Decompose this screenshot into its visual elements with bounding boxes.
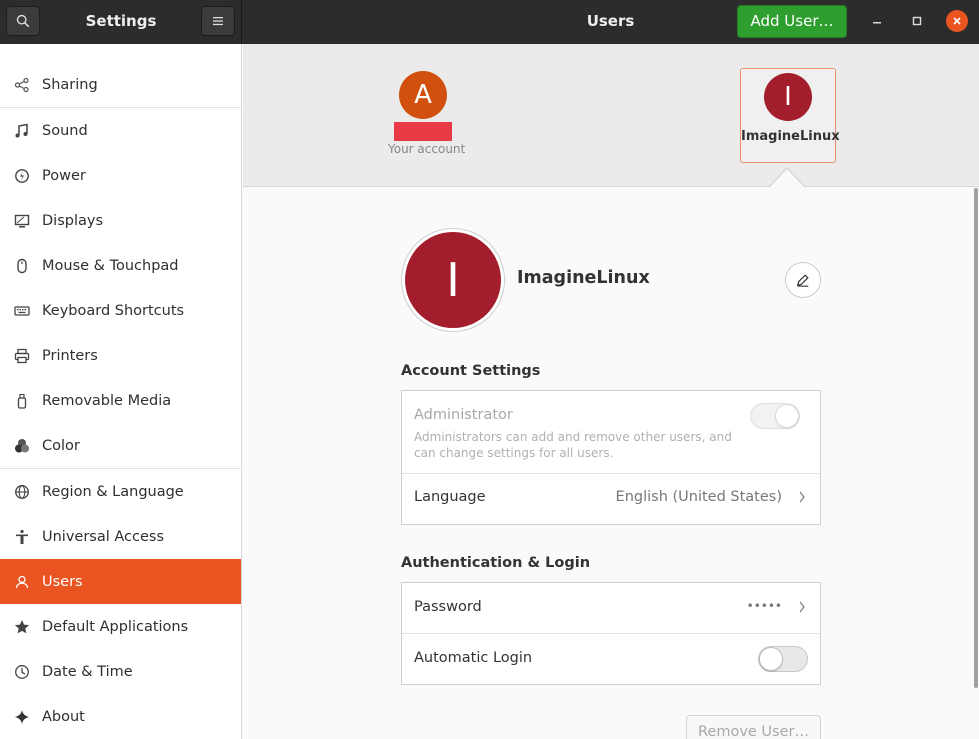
chevron-right-icon [798, 600, 806, 618]
music-note-icon [14, 123, 30, 139]
close-button[interactable] [946, 10, 968, 32]
sidebar-item-sharing[interactable]: Sharing [0, 62, 241, 107]
avatar: I [764, 73, 812, 121]
keyboard-icon [14, 303, 30, 319]
automatic-login-row: Automatic Login [402, 634, 820, 684]
add-user-button[interactable]: Add User… [737, 5, 847, 38]
toggle-knob [775, 404, 799, 428]
display-icon [14, 213, 30, 229]
globe-icon [14, 484, 30, 500]
menu-button[interactable] [201, 6, 235, 36]
automatic-login-label: Automatic Login [414, 650, 533, 666]
sidebar-item-default-applications[interactable]: Default Applications [0, 604, 241, 649]
account-settings-title: Account Settings [401, 363, 541, 379]
search-icon [16, 14, 30, 28]
administrator-row: Administrator Administrators can add and… [402, 391, 820, 473]
sidebar-item-label: Region & Language [42, 483, 184, 500]
profile-avatar-button[interactable]: I [401, 228, 505, 332]
sidebar-item-label: Removable Media [42, 392, 172, 409]
sidebar-item-displays[interactable]: Displays [0, 198, 241, 243]
users-icon [14, 574, 30, 590]
user-card-your-account[interactable]: A Your account [388, 71, 466, 156]
sidebar-item-sound[interactable]: Sound [0, 108, 241, 153]
chevron-right-icon [798, 490, 806, 508]
header-bar: Settings Users Add User… [0, 0, 979, 44]
usb-drive-icon [14, 393, 30, 409]
sidebar-item-label: Users [42, 573, 83, 590]
mouse-icon [14, 258, 30, 274]
edit-name-button[interactable] [785, 262, 821, 298]
sidebar-item-printers[interactable]: Printers [0, 333, 241, 378]
maximize-button[interactable] [906, 10, 928, 32]
sidebar-item-label: Keyboard Shortcuts [42, 302, 185, 319]
color-icon [14, 438, 30, 454]
sidebar-item-label: Power [42, 167, 86, 184]
sidebar-item-region-language[interactable]: Region & Language [0, 469, 241, 514]
accessibility-icon [14, 529, 30, 545]
sidebar-item-universal-access[interactable]: Universal Access [0, 514, 241, 559]
sidebar-item-date-time[interactable]: Date & Time [0, 649, 241, 694]
remove-user-button[interactable]: Remove User… [686, 715, 821, 739]
printer-icon [14, 348, 30, 364]
redacted-name [394, 122, 452, 141]
avatar: A [399, 71, 447, 119]
password-row[interactable]: Password ••••• [402, 583, 820, 633]
star-icon [14, 619, 30, 635]
language-row[interactable]: Language English (United States) [402, 474, 820, 524]
sidebar-item-power[interactable]: Power [0, 153, 241, 198]
clock-icon [14, 664, 30, 680]
sidebar-item-label: Sharing [42, 76, 98, 93]
user-list: A Your account I ImagineLinux [243, 44, 979, 188]
password-value: ••••• [746, 599, 782, 613]
auth-list: Password ••••• Automatic Login [401, 582, 821, 685]
profile-avatar: I [405, 232, 501, 328]
language-value: English (United States) [615, 489, 782, 505]
sidebar-item-color[interactable]: Color [0, 423, 241, 468]
profile-name: ImagineLinux [517, 268, 650, 288]
maximize-icon [912, 16, 922, 26]
sidebar-item-label: Sound [42, 122, 88, 139]
scrollbar[interactable] [974, 188, 978, 688]
minimize-icon [873, 22, 881, 24]
close-icon [953, 17, 961, 25]
administrator-description: Administrators can add and remove other … [414, 430, 732, 460]
share-icon [14, 77, 30, 93]
sidebar-item-label: Printers [42, 347, 98, 364]
sidebar-item-keyboard-shortcuts[interactable]: Keyboard Shortcuts [0, 288, 241, 333]
hamburger-icon [213, 17, 223, 26]
sidebar-item-label: Mouse & Touchpad [42, 257, 179, 274]
selection-pointer [769, 169, 805, 188]
sidebar-item-users[interactable]: Users [0, 559, 241, 604]
sidebar-item-label: Default Applications [42, 618, 189, 635]
your-account-caption: Your account [388, 142, 466, 156]
automatic-login-toggle[interactable] [758, 646, 808, 672]
administrator-toggle[interactable] [750, 403, 800, 429]
sidebar-item-label: Date & Time [42, 663, 133, 680]
language-label: Language [414, 489, 486, 505]
sidebar-item-label: Displays [42, 212, 104, 229]
password-label: Password [414, 599, 482, 615]
sidebar-item-mouse-touchpad[interactable]: Mouse & Touchpad [0, 243, 241, 288]
auth-title: Authentication & Login [401, 555, 591, 571]
sidebar: Sharing Sound Power Displays Mouse & Tou… [0, 44, 242, 739]
sidebar-item-label: Color [42, 437, 80, 454]
search-button[interactable] [6, 6, 40, 36]
administrator-label: Administrator [414, 407, 513, 423]
user-card-name: ImagineLinux [741, 129, 840, 144]
minimize-button[interactable] [866, 10, 888, 32]
sidebar-item-about[interactable]: About [0, 694, 241, 739]
power-icon [14, 168, 30, 184]
sparkle-icon [14, 709, 30, 725]
pencil-icon [796, 274, 809, 287]
sidebar-item-removable-media[interactable]: Removable Media [0, 378, 241, 423]
sidebar-item-label: About [42, 708, 85, 725]
user-card-imaginelinux[interactable]: I ImagineLinux [740, 68, 840, 163]
sidebar-item-label: Universal Access [42, 528, 165, 545]
account-settings-list: Administrator Administrators can add and… [401, 390, 821, 525]
toggle-knob [759, 647, 783, 671]
